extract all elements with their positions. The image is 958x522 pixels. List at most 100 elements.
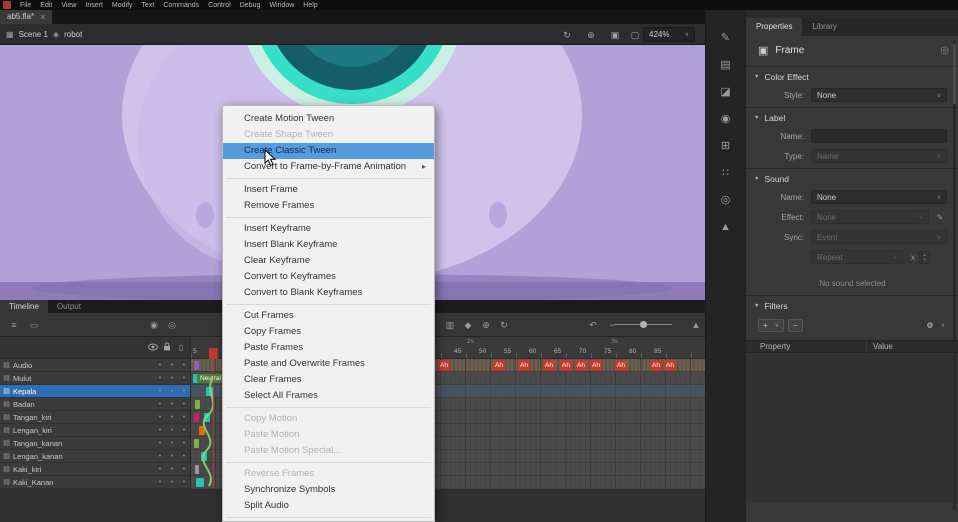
layer-dot[interactable]: • bbox=[178, 466, 190, 473]
remove-filter-button[interactable]: − bbox=[788, 319, 803, 332]
edit-multiple-frames-icon[interactable]: ▥ bbox=[442, 318, 458, 332]
layer-dot[interactable]: • bbox=[166, 401, 178, 408]
menu-item-convert-to-blank-keyframes[interactable]: Convert to Blank Keyframes bbox=[223, 285, 434, 301]
grid-icon[interactable]: ⊞ bbox=[714, 134, 738, 161]
layer-dot[interactable]: • bbox=[178, 401, 190, 408]
layer-dot[interactable]: • bbox=[154, 453, 166, 460]
layer-row-kepala[interactable]: ▤Kepala••• bbox=[0, 385, 190, 398]
layer-row-tangan-kanan[interactable]: ▤Tangan_kanan••• bbox=[0, 437, 190, 450]
menu-item-select-all-frames[interactable]: Select All Frames bbox=[223, 388, 434, 404]
clip-icon[interactable]: ▣ bbox=[608, 28, 622, 42]
close-icon[interactable]: × bbox=[40, 10, 45, 24]
layer-dot[interactable]: • bbox=[178, 414, 190, 421]
sound-name-select[interactable]: None ∨ bbox=[811, 190, 947, 204]
zoom-slider-thumb[interactable] bbox=[640, 321, 647, 328]
layer-row-lengan-kiri[interactable]: ▤Lengan_kiri••• bbox=[0, 424, 190, 437]
menu-edit[interactable]: Edit bbox=[40, 2, 52, 9]
menu-help[interactable]: Help bbox=[303, 2, 317, 9]
menu-item-paste-frames[interactable]: Paste Frames bbox=[223, 340, 434, 356]
label-name-input[interactable] bbox=[811, 129, 947, 143]
menu-item-paste-and-overwrite-frames[interactable]: Paste and Overwrite Frames bbox=[223, 356, 434, 372]
layers-icon[interactable]: ≡ bbox=[6, 318, 22, 332]
zoom-slider[interactable] bbox=[614, 323, 672, 327]
layer-dot[interactable]: • bbox=[178, 375, 190, 382]
help-circle-icon[interactable]: ◎ bbox=[940, 45, 949, 56]
tab-properties[interactable]: Properties bbox=[746, 18, 802, 36]
menu-item-insert-blank-keyframe[interactable]: Insert Blank Keyframe bbox=[223, 237, 434, 253]
outline-column-icon[interactable]: ▯ bbox=[175, 343, 187, 352]
style-select[interactable]: None ∨ bbox=[811, 88, 947, 102]
layer-dot[interactable]: • bbox=[154, 375, 166, 382]
section-filters[interactable]: ▼ Filters bbox=[746, 298, 958, 314]
zoom-select[interactable]: 424% ∨ bbox=[643, 27, 695, 42]
area-chart-icon[interactable]: ▲ bbox=[714, 215, 738, 242]
menu-item-remove-frames[interactable]: Remove Frames bbox=[223, 198, 434, 214]
section-label[interactable]: ▼ Label bbox=[746, 110, 958, 126]
layer-dot[interactable]: • bbox=[166, 453, 178, 460]
filter-options-button[interactable]: ⚙ ∨ bbox=[922, 319, 949, 332]
rotate-icon[interactable]: ↻ bbox=[560, 28, 574, 42]
layer-row-kaki-kiri[interactable]: ▤Kaki_kiri••• bbox=[0, 463, 190, 476]
crosshair-icon[interactable]: ⊕ bbox=[584, 28, 598, 42]
menu-text[interactable]: Text bbox=[142, 2, 155, 9]
menu-item-insert-frame[interactable]: Insert Frame bbox=[223, 182, 434, 198]
onion-outline-icon[interactable]: ◎ bbox=[164, 318, 180, 332]
fit-icon[interactable]: ▢ bbox=[628, 28, 642, 42]
layer-row-mulut[interactable]: ▤Mulut••• bbox=[0, 372, 190, 385]
ring-icon[interactable]: ◎ bbox=[714, 188, 738, 215]
layer-dot[interactable]: • bbox=[166, 362, 178, 369]
layer-dot[interactable]: • bbox=[178, 479, 190, 486]
layer-dot[interactable]: • bbox=[154, 440, 166, 447]
undo-icon[interactable]: ↶ bbox=[585, 318, 601, 332]
menu-item-insert-keyframe[interactable]: Insert Keyframe bbox=[223, 221, 434, 237]
layer-dot[interactable]: • bbox=[154, 479, 166, 486]
layer-dot[interactable]: • bbox=[166, 414, 178, 421]
layer-dot[interactable]: • bbox=[154, 427, 166, 434]
menu-item-synchronize-symbols[interactable]: Synchronize Symbols bbox=[223, 482, 434, 498]
eye-icon[interactable] bbox=[147, 343, 159, 353]
pencil-icon[interactable]: ✎ bbox=[933, 213, 947, 222]
tab-timeline[interactable]: Timeline bbox=[0, 300, 48, 313]
layer-dot[interactable]: • bbox=[154, 466, 166, 473]
layer-row-badan[interactable]: ▤Badan••• bbox=[0, 398, 190, 411]
menu-item-convert-to-keyframes[interactable]: Convert to Keyframes bbox=[223, 269, 434, 285]
menu-control[interactable]: Control bbox=[208, 2, 231, 9]
layer-dot[interactable]: • bbox=[178, 440, 190, 447]
menu-item-clear-frames[interactable]: Clear Frames bbox=[223, 372, 434, 388]
layer-row-kaki-kanan[interactable]: ▤Kaki_Kanan••• bbox=[0, 476, 190, 489]
menu-item-cut-frames[interactable]: Cut Frames bbox=[223, 308, 434, 324]
menu-item-convert-to-frame-by-frame-animation[interactable]: Convert to Frame-by-Frame Animation▸ bbox=[223, 159, 434, 175]
area-chart-icon[interactable]: ▲ bbox=[688, 318, 704, 332]
menu-item-copy-frames[interactable]: Copy Frames bbox=[223, 324, 434, 340]
tab-library[interactable]: Library bbox=[802, 18, 846, 36]
dots-grid-icon[interactable]: ∷ bbox=[714, 161, 738, 188]
onion-skin-icon[interactable]: ◉ bbox=[146, 318, 162, 332]
menu-commands[interactable]: Commands bbox=[163, 2, 199, 9]
layer-dot[interactable]: • bbox=[166, 440, 178, 447]
menu-window[interactable]: Window bbox=[269, 2, 294, 9]
menu-item-clear-keyframe[interactable]: Clear Keyframe bbox=[223, 253, 434, 269]
document-tab[interactable]: ab5.fla* × bbox=[0, 10, 52, 24]
layer-dot[interactable]: • bbox=[178, 427, 190, 434]
center-frame-icon[interactable]: ⊕ bbox=[478, 318, 494, 332]
tab-output[interactable]: Output bbox=[48, 300, 90, 313]
breadcrumb-symbol[interactable]: robot bbox=[64, 30, 82, 39]
delete-icon[interactable]: ▭ bbox=[26, 318, 42, 332]
layer-row-audio[interactable]: ▤Audio••• bbox=[0, 359, 190, 372]
menu-file[interactable]: File bbox=[20, 2, 31, 9]
layer-dot[interactable]: • bbox=[154, 414, 166, 421]
layer-row-tangan-kiri[interactable]: ▤Tangan_kiri••• bbox=[0, 411, 190, 424]
playhead[interactable] bbox=[209, 348, 218, 359]
insert-keyframe-icon[interactable]: ◆ bbox=[460, 318, 476, 332]
add-filter-button[interactable]: + ∨ bbox=[758, 319, 784, 332]
pen-icon[interactable]: ✎ bbox=[714, 26, 738, 53]
layer-dot[interactable]: • bbox=[166, 388, 178, 395]
layer-dot[interactable]: • bbox=[166, 375, 178, 382]
columns-chart-icon[interactable]: ◪ bbox=[714, 80, 738, 107]
menu-item-split-audio[interactable]: Split Audio bbox=[223, 498, 434, 514]
loop-icon[interactable]: ↻ bbox=[496, 318, 512, 332]
menu-view[interactable]: View bbox=[61, 2, 76, 9]
layer-row-lengan-kanan[interactable]: ▤Lengan_kanan••• bbox=[0, 450, 190, 463]
menu-modify[interactable]: Modify bbox=[112, 2, 133, 9]
menu-item-create-classic-tween[interactable]: Create Classic Tween bbox=[223, 143, 434, 159]
